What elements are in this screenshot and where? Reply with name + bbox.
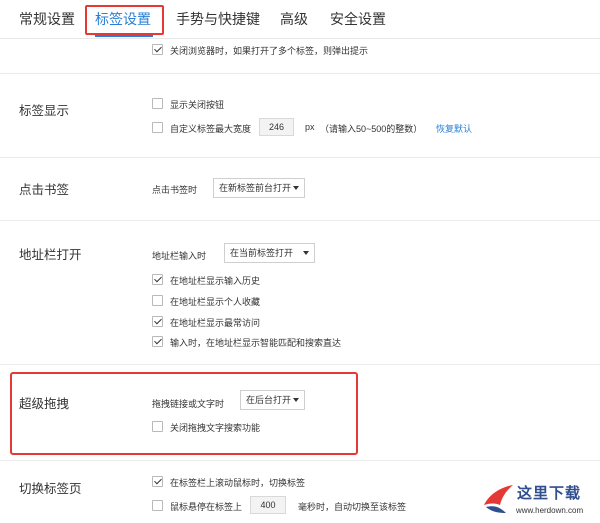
show-favorites-label: 在地址栏显示个人收藏 — [170, 297, 261, 307]
watermark-logo: 这里下载 www.herdown.com — [478, 476, 600, 523]
watermark-text: 这里下载 — [517, 484, 582, 502]
address-bar-label: 地址栏输入时 — [152, 251, 207, 261]
hover-delay-suffix: 毫秒时，自动切换至该标签 — [298, 502, 407, 512]
wheel-switch-label: 在标签栏上滚动鼠标时，切换标签 — [170, 478, 306, 488]
restore-default-link[interactable]: 恢复默认 — [436, 122, 472, 135]
watermark-url: www.herdown.com — [516, 506, 584, 515]
tab-security[interactable]: 安全设置 — [330, 9, 386, 29]
show-history-label: 在地址栏显示输入历史 — [170, 276, 261, 286]
hover-switch-label: 鼠标悬停在标签上 — [170, 502, 243, 512]
tab-width-unit: px — [305, 122, 315, 132]
tab-advanced[interactable]: 高级 — [280, 9, 308, 29]
wheel-switch-checkbox[interactable] — [152, 476, 163, 487]
tab-width-hint: （请输入50~500的整数） — [320, 124, 423, 134]
watermark-bird-icon — [484, 485, 513, 513]
tab-gestures-shortcuts[interactable]: 手势与快捷键 — [176, 9, 260, 29]
section-title-tab-display: 标签显示 — [19, 104, 70, 118]
smart-match-checkbox[interactable] — [152, 336, 163, 347]
section-divider — [0, 220, 600, 221]
section-divider — [0, 364, 600, 365]
active-tab-indicator — [95, 35, 153, 37]
settings-tab-bar: 常规设置 标签设置 手势与快捷键 高级 安全设置 — [0, 0, 600, 39]
click-bookmark-select[interactable]: 在新标签前台打开 — [213, 178, 305, 198]
show-most-visited-checkbox[interactable] — [152, 316, 163, 327]
show-close-label: 显示关闭按钮 — [170, 100, 225, 110]
close-warn-checkbox[interactable] — [152, 44, 163, 55]
tab-width-input[interactable]: 246 — [259, 118, 294, 136]
show-history-checkbox[interactable] — [152, 274, 163, 285]
close-warn-label: 关闭浏览器时，如果打开了多个标签，则弹出提示 — [170, 46, 369, 56]
address-bar-selected: 在当前标签打开 — [230, 248, 294, 258]
chevron-down-icon — [293, 186, 299, 190]
click-bookmark-label: 点击书签时 — [152, 185, 198, 195]
super-drag-highlight-box — [10, 372, 358, 455]
chevron-down-icon — [303, 251, 309, 255]
tab-general[interactable]: 常规设置 — [19, 9, 75, 29]
show-close-checkbox[interactable] — [152, 98, 163, 109]
section-divider — [0, 157, 600, 158]
section-divider — [0, 460, 600, 461]
hover-switch-checkbox[interactable] — [152, 500, 163, 511]
section-title-address-bar: 地址栏打开 — [19, 248, 82, 262]
section-title-click-bookmark: 点击书签 — [19, 183, 70, 197]
address-bar-select[interactable]: 在当前标签打开 — [224, 243, 315, 263]
hover-delay-input[interactable]: 400 — [250, 496, 286, 514]
show-favorites-checkbox[interactable] — [152, 295, 163, 306]
show-most-visited-label: 在地址栏显示最常访问 — [170, 318, 261, 328]
click-bookmark-selected: 在新标签前台打开 — [219, 183, 292, 193]
section-divider — [0, 73, 600, 74]
active-tab-highlight-box — [85, 5, 164, 35]
custom-width-label: 自定义标签最大宽度 — [170, 124, 252, 134]
section-title-switch-tab: 切换标签页 — [19, 482, 82, 496]
smart-match-label: 输入时，在地址栏显示智能匹配和搜索直达 — [170, 338, 342, 348]
custom-width-checkbox[interactable] — [152, 122, 163, 133]
